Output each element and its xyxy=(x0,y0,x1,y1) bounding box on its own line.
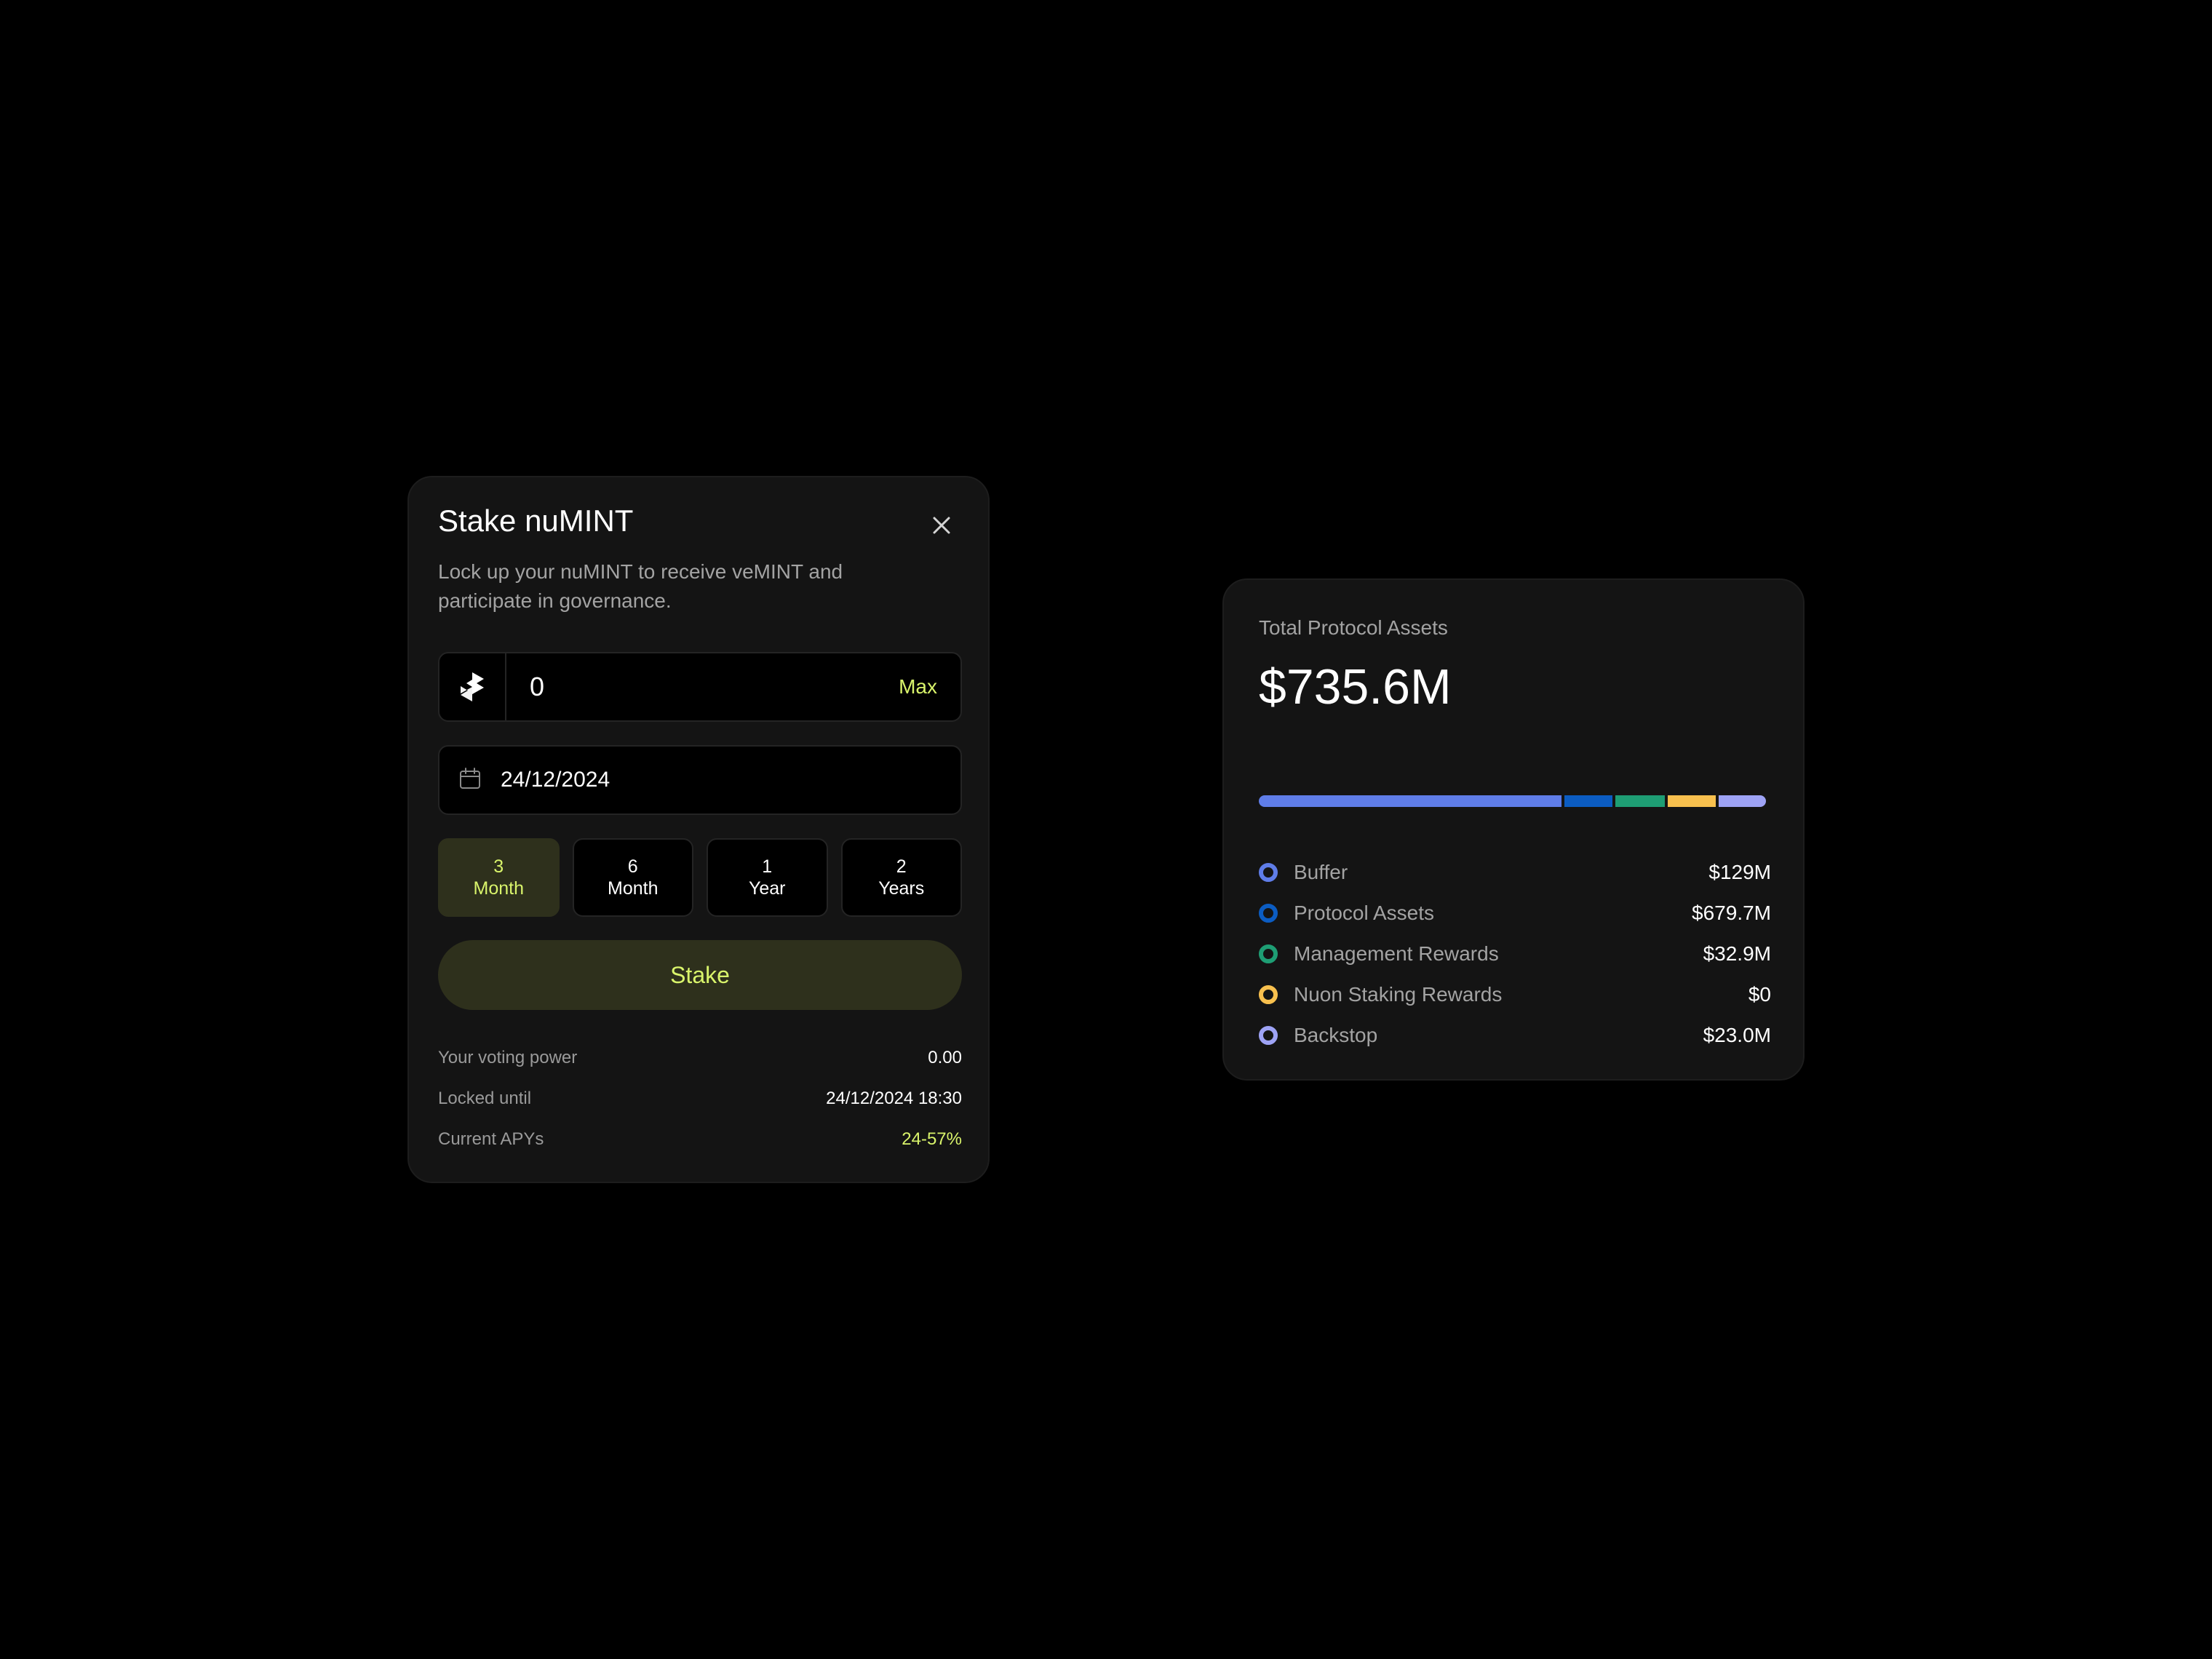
period-6-month-button[interactable]: 6 Month xyxy=(572,838,693,917)
current-apys-row: Current APYs 24-57% xyxy=(438,1129,962,1150)
numint-token-icon xyxy=(439,653,506,720)
legend-value: $32.9M xyxy=(1703,942,1771,965)
assets-label: Total Protocol Assets xyxy=(1259,616,1448,639)
locked-until-row: Locked until 24/12/2024 18:30 xyxy=(438,1089,962,1109)
info-label: Current APYs xyxy=(438,1129,544,1149)
circle-icon xyxy=(1259,944,1278,963)
legend-item: Management Rewards $32.9M xyxy=(1259,934,1771,974)
legend-name: Backstop xyxy=(1294,1024,1378,1046)
period-2-years-button[interactable]: 2 Years xyxy=(840,838,962,917)
bar-segment-buffer xyxy=(1259,795,1562,807)
legend-item: Buffer $129M xyxy=(1259,852,1771,893)
bar-segment-management-rewards xyxy=(1615,795,1666,807)
info-label: Your voting power xyxy=(438,1048,578,1067)
info-label: Locked until xyxy=(438,1089,532,1108)
legend-value: $679.7M xyxy=(1692,902,1771,924)
stake-title: Stake nuMINT xyxy=(438,504,634,538)
assets-legend: Buffer $129M Protocol Assets $679.7M Man… xyxy=(1259,852,1771,1056)
protocol-assets-card: Total Protocol Assets $735.6M Buffer $12… xyxy=(1222,578,1805,1081)
lock-date-value: 24/12/2024 xyxy=(501,768,610,792)
period-3-month-button[interactable]: 3 Month xyxy=(438,838,560,917)
lock-period-options: 3 Month 6 Month 1 Year 2 Years xyxy=(438,838,962,917)
amount-field: Max xyxy=(438,652,962,722)
voting-power-value: 0.00 xyxy=(928,1048,962,1067)
assets-distribution-bar xyxy=(1259,795,1771,807)
circle-icon xyxy=(1259,985,1278,1004)
locked-until-value: 24/12/2024 18:30 xyxy=(826,1089,962,1108)
circle-icon xyxy=(1259,863,1278,882)
max-button[interactable]: Max xyxy=(899,675,937,699)
legend-item: Nuon Staking Rewards $0 xyxy=(1259,974,1771,1015)
legend-value: $129M xyxy=(1708,861,1771,883)
stake-card: Stake nuMINT Lock up your nuMINT to rece… xyxy=(407,476,990,1183)
legend-value: $23.0M xyxy=(1703,1024,1771,1046)
bar-segment-backstop xyxy=(1718,795,1767,807)
legend-item: Protocol Assets $679.7M xyxy=(1259,893,1771,934)
amount-input[interactable] xyxy=(506,671,899,703)
stake-description: Lock up your nuMINT to receive veMINT an… xyxy=(438,560,843,612)
legend-name: Buffer xyxy=(1294,861,1348,883)
calendar-icon xyxy=(458,767,482,794)
legend-name: Management Rewards xyxy=(1294,942,1499,965)
legend-item: Backstop $23.0M xyxy=(1259,1015,1771,1056)
assets-total: $735.6M xyxy=(1259,659,1452,715)
legend-name: Protocol Assets xyxy=(1294,902,1434,924)
period-1-year-button[interactable]: 1 Year xyxy=(707,838,828,917)
voting-power-row: Your voting power 0.00 xyxy=(438,1048,962,1068)
legend-value: $0 xyxy=(1748,983,1771,1006)
lock-date-picker[interactable]: 24/12/2024 xyxy=(438,745,962,815)
stake-button[interactable]: Stake xyxy=(438,940,962,1010)
circle-icon xyxy=(1259,1026,1278,1045)
legend-name: Nuon Staking Rewards xyxy=(1294,983,1503,1006)
close-icon[interactable] xyxy=(927,511,956,540)
circle-icon xyxy=(1259,904,1278,923)
bar-segment-protocol-assets xyxy=(1564,795,1612,807)
bar-segment-nuon-staking-rewards xyxy=(1668,795,1716,807)
current-apys-value: 24-57% xyxy=(902,1129,962,1149)
